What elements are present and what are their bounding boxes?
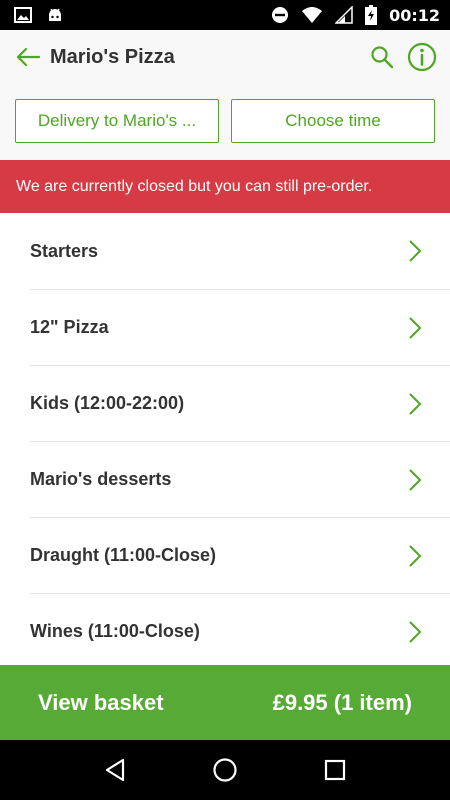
chevron-right-icon <box>408 468 422 492</box>
do-not-disturb-icon <box>271 6 289 24</box>
menu-item-pizza[interactable]: 12" Pizza <box>30 290 450 366</box>
battery-charging-icon <box>365 5 378 25</box>
android-icon <box>46 6 64 24</box>
view-basket-button[interactable]: View basket £9.95 (1 item) <box>0 665 450 740</box>
status-bar: 00:12 <box>0 0 450 30</box>
menu-item-label: Draught (11:00-Close) <box>30 545 217 565</box>
chevron-right-icon <box>408 316 422 340</box>
menu-item-label: Kids (12:00-22:00) <box>30 393 185 413</box>
info-icon[interactable] <box>406 41 438 73</box>
toolbar-actions <box>366 41 438 73</box>
menu-item-kids[interactable]: Kids (12:00-22:00) <box>30 366 450 442</box>
menu-item-label: Wines (11:00-Close) <box>30 621 200 641</box>
page-title: Mario's Pizza <box>50 45 175 68</box>
back-triangle-icon[interactable] <box>95 750 135 790</box>
delivery-button[interactable]: Delivery to Mario's ... <box>15 99 219 143</box>
menu-list: Starters 12" Pizza Kids (12:00-22:00) Ma… <box>0 213 450 665</box>
choose-time-button[interactable]: Choose time <box>231 99 435 143</box>
status-left <box>14 6 64 24</box>
toolbar: Mario's Pizza <box>0 30 450 84</box>
menu-item-desserts[interactable]: Mario's desserts <box>30 442 450 518</box>
chevron-right-icon <box>408 544 422 568</box>
recents-square-icon[interactable] <box>315 750 355 790</box>
app-header: Mario's Pizza Delivery to Mario's ... Ch… <box>0 30 450 160</box>
closed-banner: We are currently closed but you can stil… <box>0 160 450 213</box>
menu-item-wines[interactable]: Wines (11:00-Close) <box>30 594 450 665</box>
chevron-right-icon <box>408 392 422 416</box>
wifi-icon <box>301 6 323 24</box>
status-time: 00:12 <box>389 5 440 25</box>
signal-icon <box>335 6 353 24</box>
order-options: Delivery to Mario's ... Choose time <box>0 99 450 143</box>
search-icon[interactable] <box>366 41 398 73</box>
closed-banner-text: We are currently closed but you can stil… <box>16 177 373 195</box>
back-arrow-icon[interactable] <box>12 41 44 73</box>
status-right: 00:12 <box>271 5 440 25</box>
menu-item-draught[interactable]: Draught (11:00-Close) <box>30 518 450 594</box>
basket-total: £9.95 (1 item) <box>272 689 412 715</box>
image-icon <box>14 7 32 23</box>
menu-item-starters[interactable]: Starters <box>30 213 450 290</box>
basket-label: View basket <box>38 689 164 715</box>
menu-item-label: Mario's desserts <box>30 469 172 489</box>
menu-item-label: Starters <box>30 240 99 261</box>
menu-item-label: 12" Pizza <box>30 317 109 337</box>
chevron-right-icon <box>408 239 422 263</box>
chevron-right-icon <box>408 620 422 644</box>
home-circle-icon[interactable] <box>205 750 245 790</box>
navigation-bar <box>0 740 450 800</box>
